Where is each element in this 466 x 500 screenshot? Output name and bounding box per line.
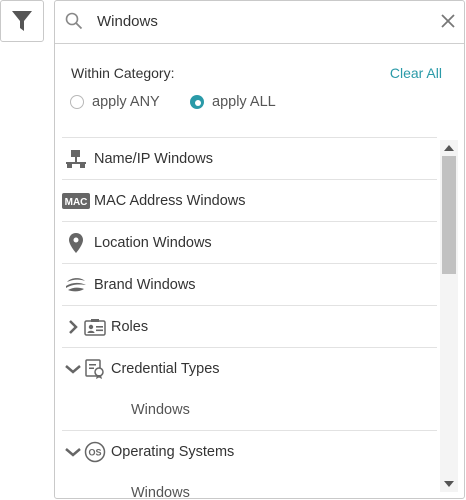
os-badge-text: OS xyxy=(88,447,101,457)
apply-any-radio[interactable]: apply ANY xyxy=(70,94,160,110)
brand-icon xyxy=(66,277,86,291)
radio-unchecked-icon xyxy=(70,95,84,109)
radio-checked-icon xyxy=(190,95,204,109)
category-item-credential-types[interactable]: Credential Types xyxy=(62,347,437,389)
map-pin-icon xyxy=(69,232,83,253)
mac-badge-icon: MAC xyxy=(62,192,90,209)
list-scrollbar[interactable] xyxy=(440,140,458,492)
category-item-operating-systems[interactable]: OS Operating Systems xyxy=(62,430,437,472)
chevron-right-icon[interactable] xyxy=(68,319,78,334)
chevron-down-icon[interactable] xyxy=(65,364,81,374)
scroll-down-arrow-icon[interactable] xyxy=(444,481,454,487)
certificate-icon xyxy=(85,358,104,379)
apply-any-label: apply ANY xyxy=(92,94,160,110)
subcategory-item-os-windows[interactable]: Windows xyxy=(62,472,437,500)
category-item-roles[interactable]: Roles xyxy=(62,305,437,347)
clear-all-link[interactable]: Clear All xyxy=(390,65,442,81)
category-label: Operating Systems xyxy=(111,443,235,460)
scroll-up-arrow-icon[interactable] xyxy=(444,145,454,151)
scrollbar-thumb[interactable] xyxy=(442,156,456,274)
mac-badge-text: MAC xyxy=(65,197,88,208)
category-label: MAC Address Windows xyxy=(94,192,246,209)
roles-card-icon xyxy=(84,318,106,336)
search-icon xyxy=(65,12,83,30)
chevron-down-icon[interactable] xyxy=(65,447,81,457)
subcategory-item-credential-windows[interactable]: Windows xyxy=(62,389,437,430)
category-item-mac-address[interactable]: MAC MAC Address Windows xyxy=(62,179,437,221)
category-label: Roles xyxy=(111,318,149,335)
category-label: Location Windows xyxy=(94,234,212,251)
category-item-name-ip[interactable]: Name/IP Windows xyxy=(62,137,437,179)
filter-toggle-button[interactable] xyxy=(0,0,44,42)
within-category-label: Within Category: xyxy=(71,65,175,81)
apply-all-label: apply ALL xyxy=(212,94,276,110)
apply-all-radio[interactable]: apply ALL xyxy=(190,94,276,110)
category-label: Name/IP Windows xyxy=(94,150,213,167)
search-input[interactable] xyxy=(97,8,417,34)
category-item-location[interactable]: Location Windows xyxy=(62,221,437,263)
os-badge-icon: OS xyxy=(84,441,106,462)
category-label: Brand Windows xyxy=(94,276,196,293)
funnel-icon xyxy=(12,11,32,31)
close-icon[interactable] xyxy=(440,13,456,29)
category-label: Credential Types xyxy=(111,360,220,377)
network-node-icon xyxy=(66,149,86,168)
filter-panel: Within Category: Clear All apply ANY app… xyxy=(54,0,465,499)
category-list: Name/IP Windows MAC MAC Address Windows … xyxy=(62,137,437,499)
search-bar xyxy=(55,1,464,44)
category-item-brand[interactable]: Brand Windows xyxy=(62,263,437,305)
